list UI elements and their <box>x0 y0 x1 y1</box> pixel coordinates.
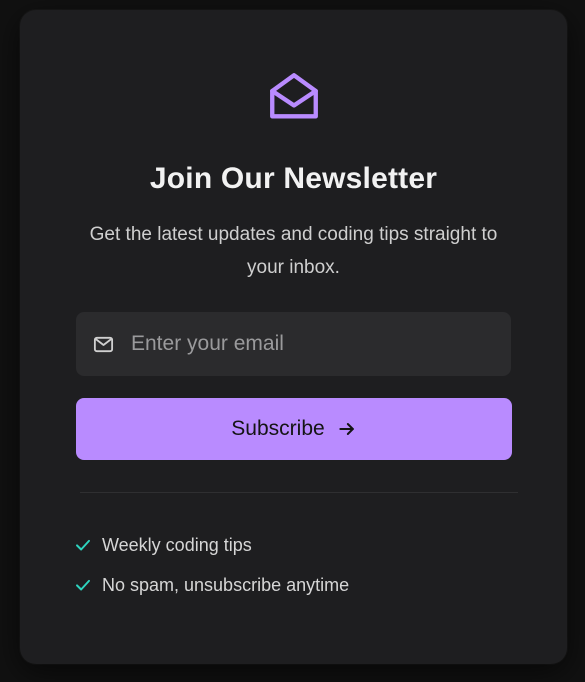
feature-item: No spam, unsubscribe anytime <box>74 565 349 605</box>
check-icon <box>76 579 90 591</box>
feature-label: No spam, unsubscribe anytime <box>102 574 350 595</box>
subscribe-button[interactable]: Subscribe <box>76 398 512 460</box>
arrow-right-icon <box>339 423 354 435</box>
mail-icon <box>93 336 114 352</box>
email-field[interactable] <box>76 312 511 376</box>
newsletter-card: Join Our Newsletter Get the latest updat… <box>20 10 567 664</box>
newsletter-subtitle: Get the latest updates and coding tips s… <box>89 224 498 278</box>
envelope-open-icon <box>20 68 567 128</box>
divider <box>80 492 518 493</box>
check-icon <box>76 539 90 551</box>
feature-item: Weekly coding tips <box>74 525 349 565</box>
newsletter-title: Join Our Newsletter <box>149 162 438 195</box>
subscribe-label: Subscribe <box>231 417 325 440</box>
feature-list: Weekly coding tips No spam, unsubscribe … <box>74 525 349 605</box>
feature-label: Weekly coding tips <box>102 534 252 555</box>
email-input[interactable] <box>131 324 511 364</box>
